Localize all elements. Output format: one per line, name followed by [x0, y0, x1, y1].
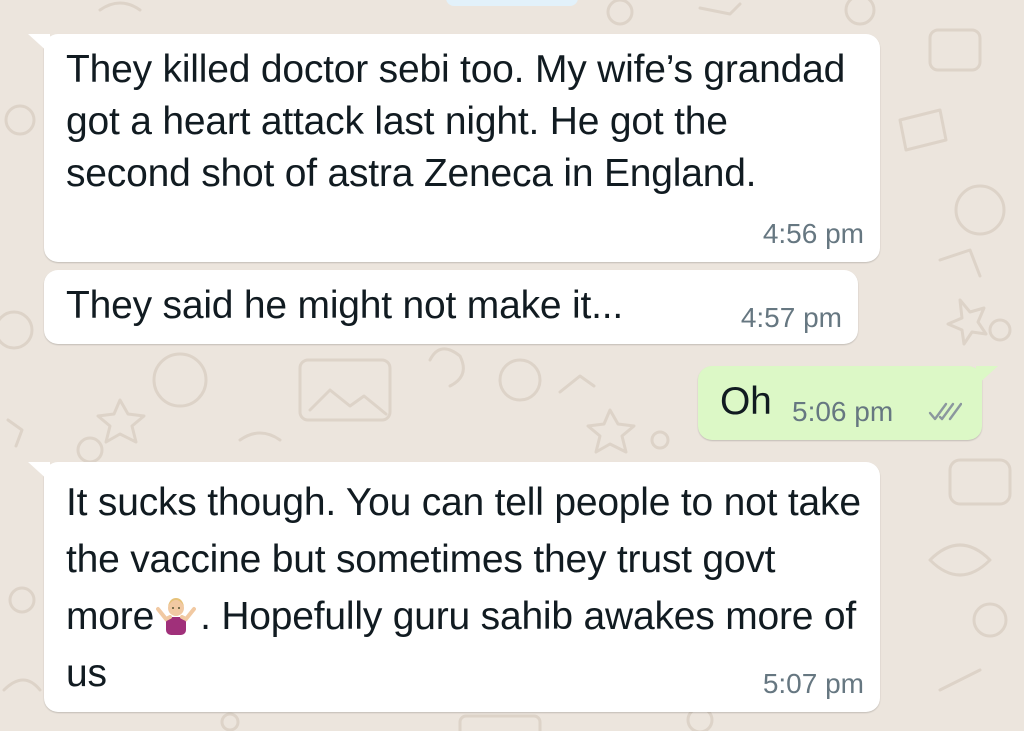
message-text: They killed doctor sebi too. My wife’s g… — [66, 48, 846, 195]
message-timestamp: 4:57 pm — [740, 302, 842, 333]
incoming-message-bubble[interactable]: They said he might not make it... 4:57 p… — [44, 270, 858, 344]
message-timestamp: 5:06 pm — [792, 396, 894, 427]
message-text: It sucks though. You can tell people to … — [66, 474, 866, 702]
bubble-tail — [28, 34, 50, 54]
incoming-message-bubble[interactable]: They killed doctor sebi too. My wife’s g… — [28, 34, 880, 262]
message-timestamp: 5:07 pm — [762, 668, 864, 699]
person-shrugging-emoji-icon — [156, 598, 197, 635]
bubble-tail — [976, 366, 998, 386]
date-chip-edge — [446, 0, 578, 6]
incoming-message-bubble[interactable]: It sucks though. You can tell people to … — [28, 462, 880, 712]
double-check-icon — [928, 402, 962, 421]
outgoing-message-bubble[interactable]: Oh 5:06 pm — [698, 366, 998, 440]
bubble-tail — [28, 462, 50, 482]
message-timestamp: 4:56 pm — [762, 218, 864, 249]
message-text: They said he might not make it... — [66, 284, 623, 327]
message-text: Oh — [720, 380, 772, 423]
